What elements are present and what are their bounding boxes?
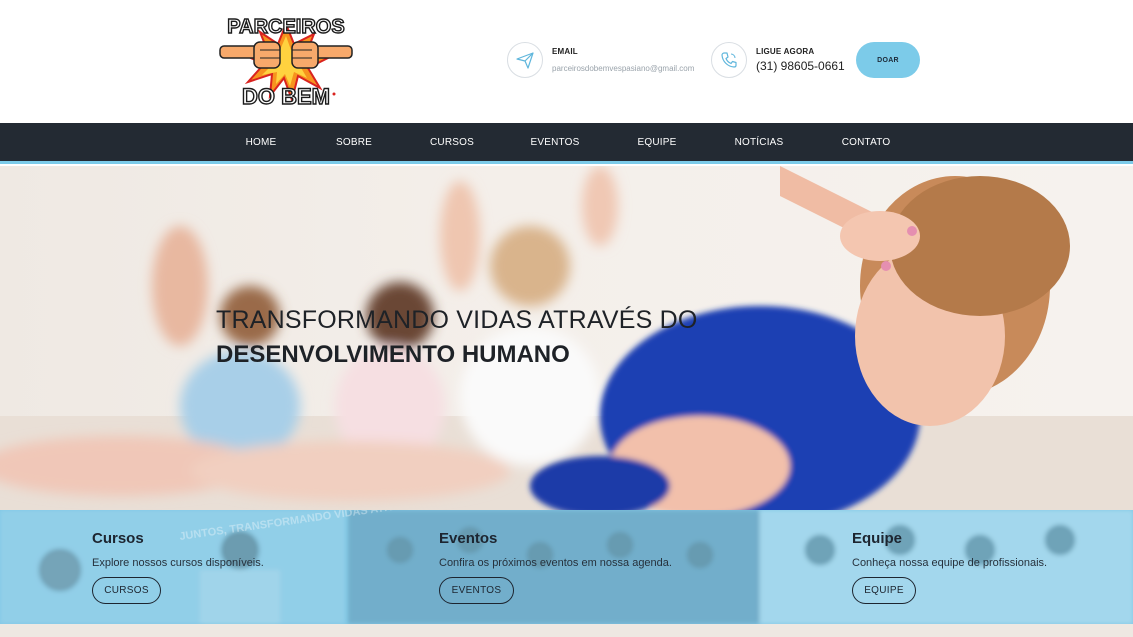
hero-background-image [0,166,1133,510]
email-contact: EMAIL parceirosdobemvespasiano@gmail.com [507,42,694,78]
donate-button[interactable]: DOAR [856,42,920,78]
hero-banner [0,166,1133,510]
phone-number[interactable]: (31) 98605-0661 [756,59,845,73]
hero-title-line1: TRANSFORMANDO VIDAS ATRAVÉS DO [216,306,698,334]
nav-item-home[interactable]: HOME [246,123,277,161]
card-title: Equipe [852,530,903,547]
svg-text:DO BEM: DO BEM [242,84,330,109]
card-equipe: Equipe Conheça nossa equipe de profissio… [760,510,1133,624]
next-section-edge [0,624,1133,637]
card-eventos: Eventos Confira os próximos eventos em n… [345,510,760,624]
card-cursos: Cursos Explore nossos cursos disponíveis… [0,510,345,624]
email-label: EMAIL [552,47,578,56]
card-title: Cursos [92,530,144,547]
parceiros-do-bem-logo[interactable]: PARCEIROS DO BEM [214,12,358,110]
phone-label: LIGUE AGORA [756,47,815,56]
svg-text:PARCEIROS: PARCEIROS [227,16,344,38]
site-header: PARCEIROS DO BEM EMAIL parceirosdobemves… [0,0,1133,123]
card-description: Conheça nossa equipe de profissionais. [852,557,1048,569]
nav-item-cursos[interactable]: CURSOS [430,123,474,161]
main-nav: HOME SOBRE CURSOS EVENTOS EQUIPE NOTÍCIA… [0,123,1133,164]
card-description: Confira os próximos eventos em nossa age… [439,557,672,569]
phone-contact: LIGUE AGORA (31) 98605-0661 [711,42,845,78]
paper-plane-icon [507,42,543,78]
card-description: Explore nossos cursos disponíveis. [92,557,264,569]
cursos-button[interactable]: CURSOS [92,577,161,604]
nav-item-equipe[interactable]: EQUIPE [638,123,677,161]
nav-item-eventos[interactable]: EVENTOS [530,123,579,161]
hero-title-line2: DESENVOLVIMENTO HUMANO [216,341,570,368]
email-address[interactable]: parceirosdobemvespasiano@gmail.com [552,64,694,73]
nav-item-contato[interactable]: CONTATO [842,123,891,161]
nav-item-sobre[interactable]: SOBRE [336,123,372,161]
eventos-button[interactable]: EVENTOS [439,577,514,604]
equipe-button[interactable]: EQUIPE [852,577,916,604]
feature-cards: JUNTOS, TRANSFORMANDO VIDAS ATRAVÉS DA E… [0,510,1133,624]
phone-icon [711,42,747,78]
nav-item-noticias[interactable]: NOTÍCIAS [735,123,784,161]
card-title: Eventos [439,530,498,547]
